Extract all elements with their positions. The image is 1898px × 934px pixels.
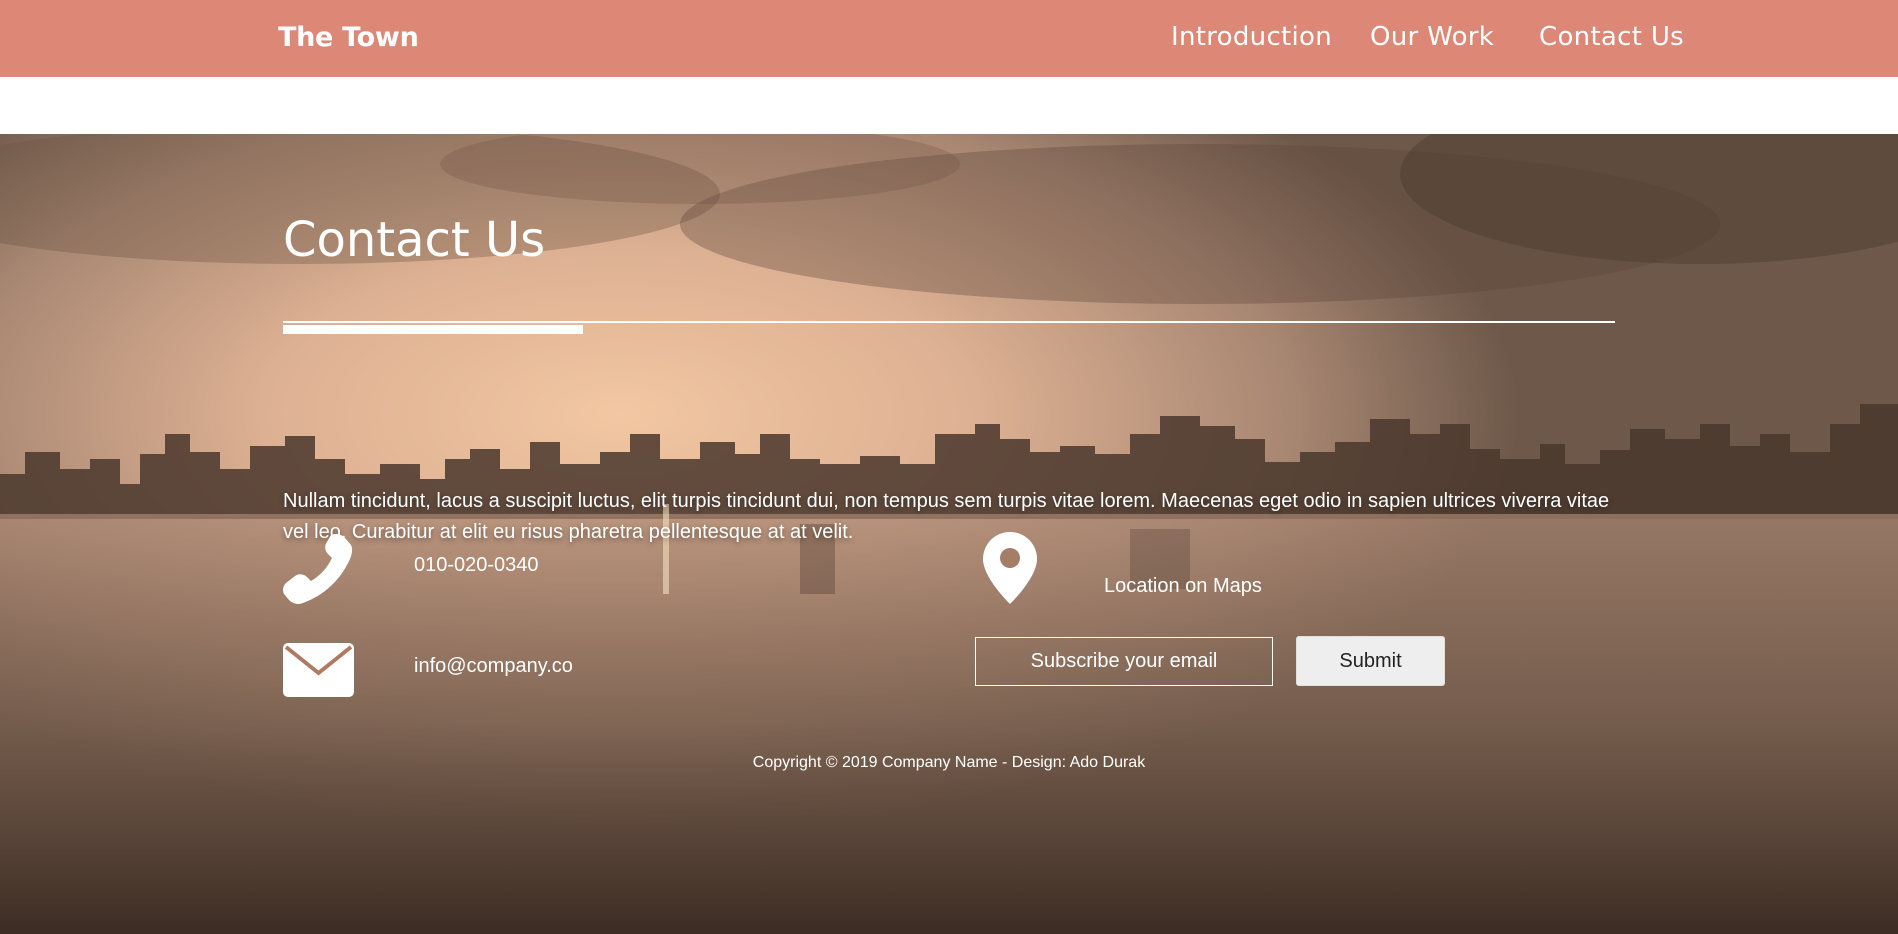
map-pin-icon bbox=[983, 532, 1037, 604]
phone-number[interactable]: 010-020-0340 bbox=[414, 554, 539, 577]
title-underline-accent bbox=[283, 325, 583, 334]
submit-button[interactable]: Submit bbox=[1296, 636, 1445, 686]
contact-intro-text: Nullam tincidunt, lacus a suscipit luctu… bbox=[283, 490, 1610, 543]
navbar: The Town Introduction Our Work Contact U… bbox=[0, 0, 1898, 77]
location-on-maps-link[interactable]: Location on Maps bbox=[1104, 575, 1262, 598]
contact-section: Contact Us Nullam tincidunt, lacus a sus… bbox=[0, 134, 1898, 934]
phone-icon bbox=[283, 534, 353, 604]
nav-link-our-work[interactable]: Our Work bbox=[1370, 22, 1494, 52]
title-divider bbox=[283, 321, 1615, 323]
copyright-text: Copyright © 2019 Company Name - Design: … bbox=[752, 754, 1146, 771]
email-address[interactable]: info@company.co bbox=[414, 655, 573, 678]
envelope-icon bbox=[283, 643, 354, 697]
nav-link-introduction[interactable]: Introduction bbox=[1171, 22, 1332, 52]
subscribe-email-input[interactable] bbox=[975, 637, 1273, 686]
brand-logo[interactable]: The Town bbox=[278, 22, 419, 53]
nav-link-contact-us[interactable]: Contact Us bbox=[1539, 22, 1684, 52]
contact-title: Contact Us bbox=[283, 212, 546, 268]
